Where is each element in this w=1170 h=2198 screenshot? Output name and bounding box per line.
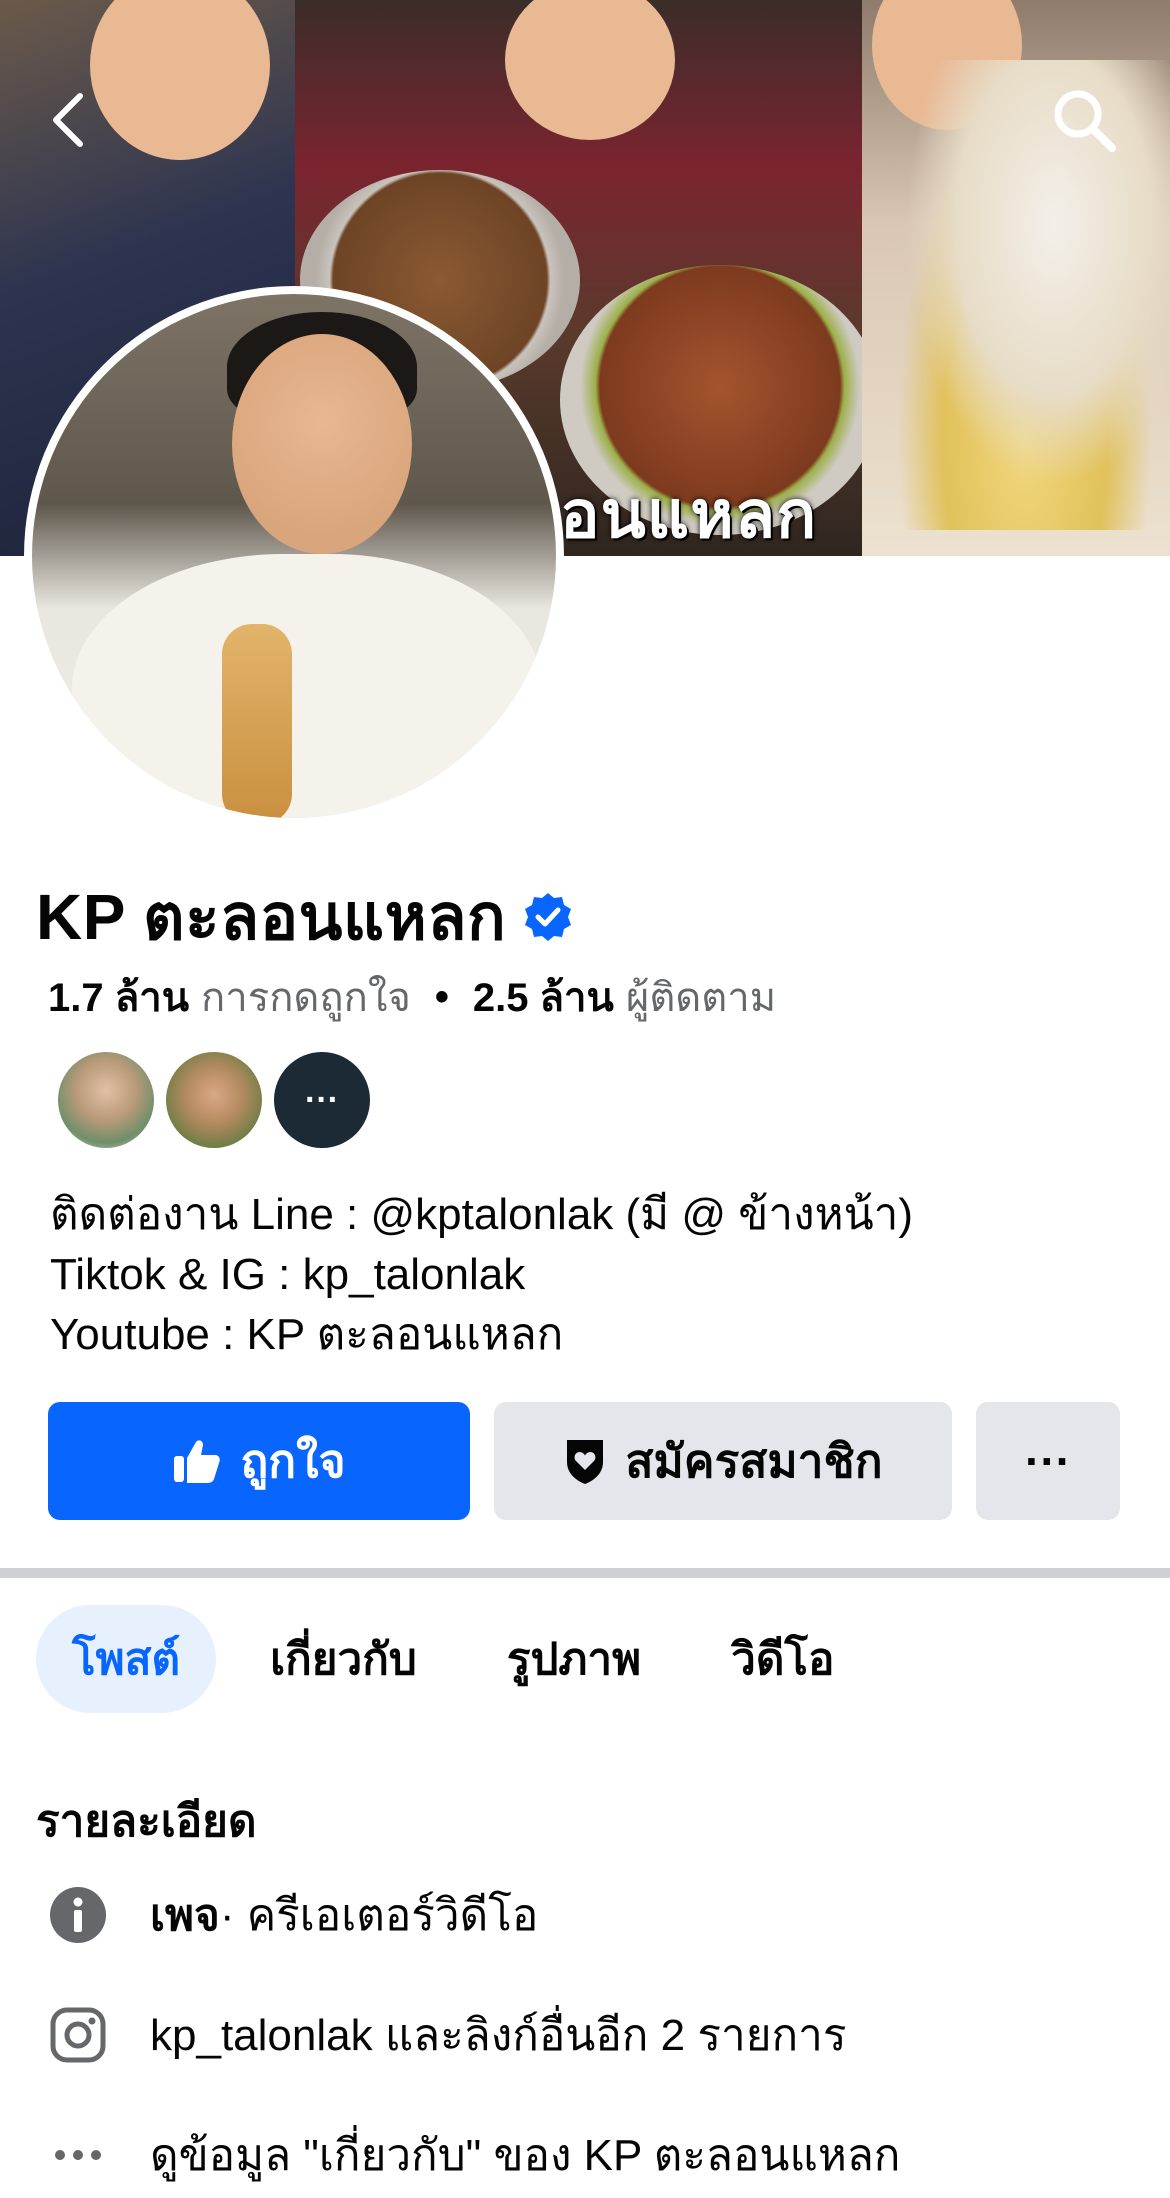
mutual-followers[interactable]: ··· — [58, 1052, 382, 1148]
tab-posts[interactable]: โพสต์ — [36, 1605, 217, 1713]
followers-label: ผู้ติดตาม — [625, 976, 777, 1020]
instagram-icon — [48, 2005, 108, 2065]
tab-photos[interactable]: รูปภาพ — [471, 1605, 677, 1713]
section-divider — [0, 1568, 1170, 1578]
cover-face — [505, 0, 675, 140]
avatar-face — [232, 334, 412, 554]
info-icon — [48, 1885, 108, 1945]
tab-videos[interactable]: วิดีโอ — [695, 1605, 870, 1713]
detail-see-about[interactable]: ดูข้อมูล "เกี่ยวกับ" ของ KP ตะลอนแหลก — [48, 2120, 900, 2190]
see-about-link[interactable]: ดูข้อมูล "เกี่ยวกับ" ของ KP ตะลอนแหลก — [150, 2120, 900, 2190]
friend-avatar[interactable] — [58, 1052, 154, 1148]
cover-face — [90, 0, 270, 160]
more-options-button[interactable]: ··· — [976, 1402, 1120, 1520]
tab-about[interactable]: เกี่ยวกับ — [234, 1605, 453, 1713]
cover-overlay-text: อนแหลก — [560, 477, 818, 551]
stats-separator: • — [434, 974, 449, 1019]
action-buttons: ถูกใจ สมัครสมาชิก ··· — [48, 1402, 1120, 1520]
profile-tabs: โพสต์ เกี่ยวกับ รูปภาพ วิดีโอ — [36, 1605, 870, 1713]
shield-heart-icon — [567, 1440, 604, 1484]
back-button[interactable] — [40, 88, 104, 152]
page-bio: ติดต่องาน Line : @kptalonlak (มี @ ข้างห… — [50, 1185, 913, 1365]
avatar-shirt — [72, 554, 542, 818]
page-title-row: KP ตะลอนแหลก — [36, 866, 574, 968]
details-heading: รายละเอียด — [36, 1797, 257, 1846]
friends-more-button[interactable]: ··· — [274, 1052, 370, 1148]
page-title: KP ตะลอนแหลก — [36, 881, 507, 953]
category-label: · ครีเอเตอร์วิดีโอ — [219, 1891, 539, 1940]
like-button-label: ถูกใจ — [240, 1434, 346, 1487]
chevron-left-icon — [53, 93, 83, 147]
search-icon — [1054, 90, 1116, 152]
bio-line: Youtube : KP ตะลอนแหลก — [50, 1310, 564, 1359]
page-stats: 1.7 ล้าน การกดถูกใจ • 2.5 ล้าน ผู้ติดตาม — [48, 965, 776, 1029]
more-dots-icon: ··· — [305, 1080, 339, 1119]
avatar-noodles — [222, 624, 292, 818]
category-page-type: เพจ — [150, 1891, 220, 1940]
detail-links[interactable]: kp_talonlak และลิงก์อื่นอีก 2 รายการ — [48, 2000, 846, 2070]
search-button[interactable] — [1050, 86, 1116, 152]
friend-avatar[interactable] — [166, 1052, 262, 1148]
avatar — [32, 294, 556, 818]
more-dots-icon — [48, 2125, 108, 2185]
subscribe-button-label: สมัครสมาชิก — [625, 1434, 883, 1487]
likes-label: การกดถูกใจ — [201, 976, 411, 1020]
followers-count[interactable]: 2.5 ล้าน — [473, 965, 614, 1029]
verified-badge-icon — [525, 893, 572, 941]
detail-category: เพจ · ครีเอเตอร์วิดีโอ — [48, 1880, 538, 1950]
more-dots-icon: ··· — [1025, 1435, 1071, 1487]
subscribe-button[interactable]: สมัครสมาชิก — [494, 1402, 952, 1520]
links-text[interactable]: kp_talonlak และลิงก์อื่นอีก 2 รายการ — [150, 2000, 846, 2070]
like-button[interactable]: ถูกใจ — [48, 1402, 470, 1520]
bio-line: Tiktok & IG : kp_talonlak — [50, 1250, 526, 1299]
profile-picture[interactable] — [24, 286, 564, 826]
cover-dessert — [880, 60, 1170, 530]
likes-count[interactable]: 1.7 ล้าน — [48, 965, 189, 1029]
bio-line: ติดต่องาน Line : @kptalonlak (มี @ ข้างห… — [50, 1190, 914, 1239]
thumbs-up-icon — [174, 1440, 221, 1483]
